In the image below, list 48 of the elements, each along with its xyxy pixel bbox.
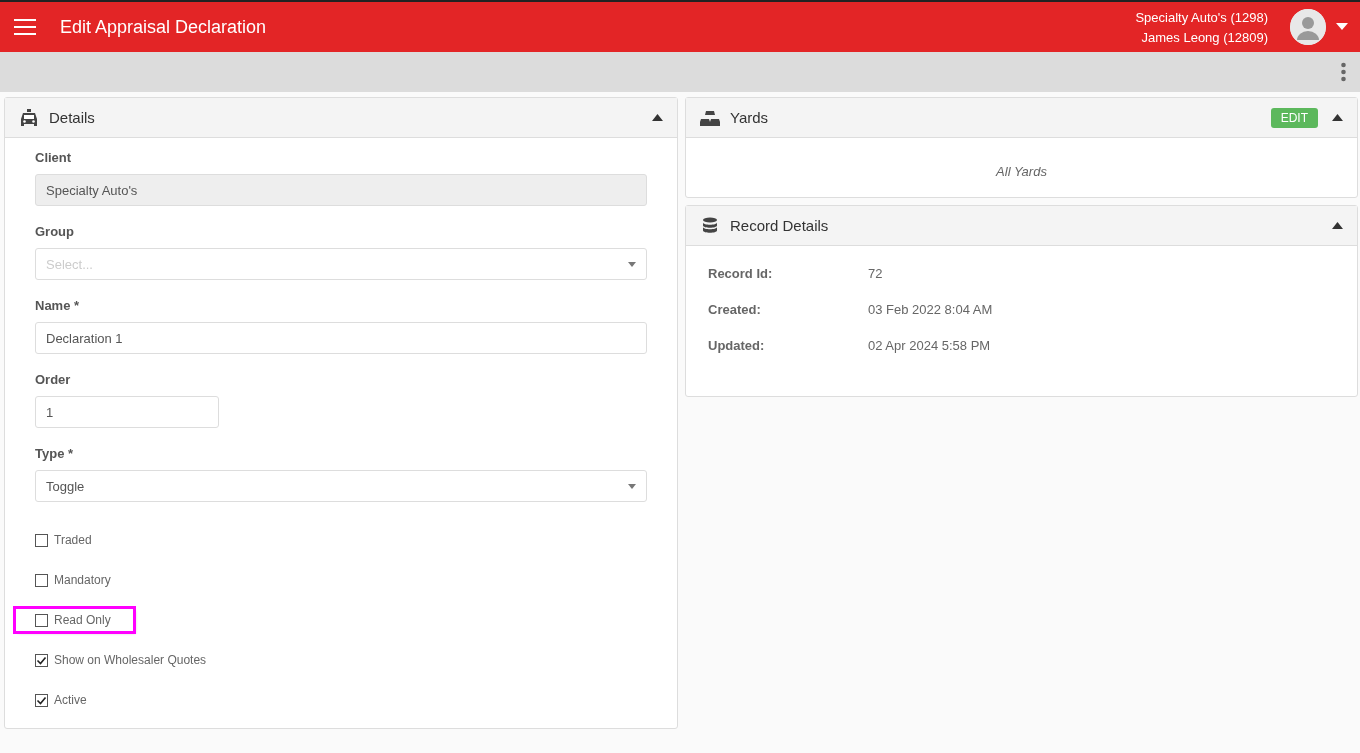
- collapse-icon[interactable]: [1332, 222, 1343, 229]
- checkbox[interactable]: [35, 613, 48, 627]
- panel-title: Record Details: [730, 217, 829, 234]
- checkbox-label: Mandatory: [54, 573, 111, 587]
- collapse-icon[interactable]: [652, 114, 663, 121]
- account-name: Specialty Auto's (1298): [1135, 9, 1268, 25]
- checkbox-label: Traded: [54, 533, 92, 547]
- page-title: Edit Appraisal Declaration: [60, 16, 267, 38]
- field-label: Group: [35, 224, 75, 239]
- input-field[interactable]: 1: [35, 396, 219, 428]
- field-label: Name *: [35, 298, 81, 313]
- checkbox-option[interactable]: Show on Wholesaler Quotes: [31, 649, 229, 671]
- checkbox-option[interactable]: Traded: [31, 529, 114, 551]
- user-name: James Leong (12809): [1141, 29, 1268, 45]
- caret-icon[interactable]: [1336, 23, 1348, 31]
- record-label: Record Id:: [708, 266, 774, 283]
- checkbox[interactable]: [35, 573, 48, 587]
- field-label: Type *: [35, 446, 75, 461]
- input-field[interactable]: Declaration 1: [35, 322, 647, 354]
- checkbox-label: Active: [54, 693, 87, 707]
- checkbox-option[interactable]: Mandatory: [31, 569, 133, 591]
- checked-checkbox[interactable]: [35, 653, 48, 667]
- field-label: Client: [35, 150, 73, 165]
- checkbox[interactable]: [35, 533, 48, 547]
- collapse-icon[interactable]: [1332, 114, 1343, 121]
- record-value: 02 Apr 2024 5:58 PM: [868, 338, 991, 355]
- record-value: 72: [868, 266, 883, 283]
- yards-summary: All Yards: [994, 163, 1048, 181]
- panel-title: Yards: [730, 109, 769, 126]
- record-label: Created:: [708, 302, 762, 319]
- checked-checkbox[interactable]: [35, 693, 48, 707]
- field-label: Order: [35, 372, 72, 387]
- panel-title: Details: [49, 109, 95, 126]
- database-icon: [700, 216, 720, 235]
- checkbox-label: Read Only: [54, 613, 111, 627]
- dropdown-caret-icon: [628, 483, 636, 489]
- more-options-icon[interactable]: [1341, 62, 1346, 82]
- cars-icon: [700, 108, 720, 127]
- car-icon: [19, 108, 39, 127]
- menu-icon[interactable]: [14, 18, 36, 36]
- select-field[interactable]: Toggle: [35, 470, 647, 502]
- checkbox-label: Show on Wholesaler Quotes: [54, 653, 207, 667]
- client-field: Specialty Auto's: [35, 174, 647, 206]
- record-value: 03 Feb 2022 8:04 AM: [868, 302, 993, 319]
- checkbox-option[interactable]: Active: [31, 689, 109, 711]
- dropdown-caret-icon: [628, 261, 636, 267]
- avatar-icon[interactable]: [1290, 9, 1326, 45]
- record-label: Updated:: [708, 338, 766, 355]
